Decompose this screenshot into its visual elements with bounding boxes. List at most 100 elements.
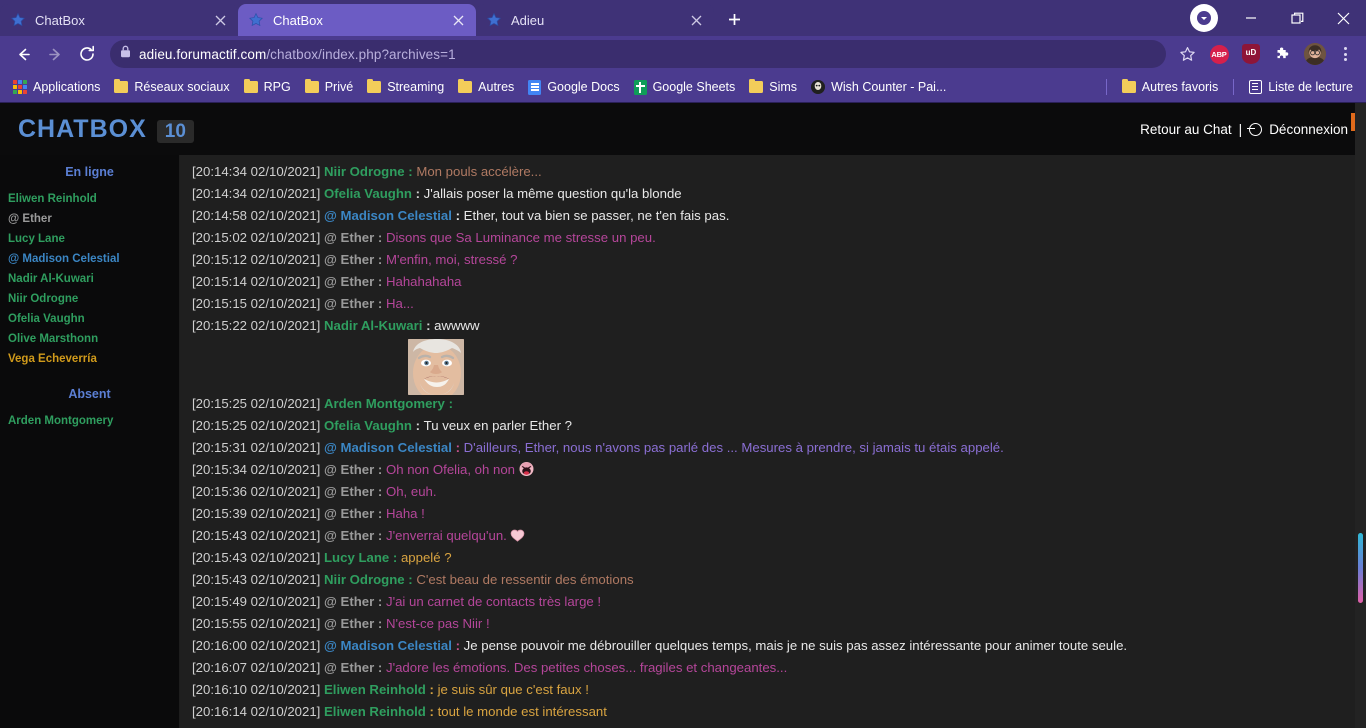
message-author[interactable]: @ Ether [324,484,378,499]
message-timestamp: [20:15:43 02/10/2021] [192,550,324,565]
sidebar-away-user[interactable]: Arden Montgomery [0,411,179,431]
message-image-avatar[interactable] [408,339,464,395]
bookmark-streaming[interactable]: Streaming [360,78,451,97]
bookmark-label: Privé [324,79,354,94]
sidebar-online-user[interactable]: @ Ether [0,209,179,229]
browser-menu-button[interactable] [1332,40,1358,68]
message-timestamp: [20:15:39 02/10/2021] [192,506,324,521]
address-bar[interactable]: adieu.forumactif.com/chatbox/index.php?a… [110,40,1166,68]
bookmark-google-sheets[interactable]: Google Sheets [627,77,743,98]
reading-list-icon [1249,80,1263,94]
sidebar-online-user[interactable]: Vega Echeverría [0,349,179,369]
message-text: awwww [434,318,480,333]
chat-message: [20:16:00 02/10/2021] @ Madison Celestia… [186,635,1366,657]
close-icon[interactable] [212,12,228,28]
bookmark-google-docs[interactable]: Google Docs [521,77,626,98]
chatbox-header: CHATBOX 10 Retour au Chat | Déconnexion [0,103,1366,155]
message-author[interactable]: Niir Odrogne [324,572,408,587]
message-author[interactable]: @ Ether [324,594,378,609]
back-to-chat-link[interactable]: Retour au Chat [1140,122,1232,137]
message-author[interactable]: @ Ether [324,252,378,267]
bookmark-prive[interactable]: Privé [298,78,360,97]
chat-message: [20:15:31 02/10/2021] @ Madison Celestia… [186,437,1366,459]
message-author[interactable]: @ Ether [324,462,378,477]
reading-list-button[interactable]: Liste de lecture [1242,77,1360,97]
message-text: Oh, euh. [385,484,437,499]
sidebar-online-user[interactable]: Nadir Al-Kuwari [0,269,179,289]
bookmark-label: Autres [478,79,515,94]
bookmark-star-icon[interactable] [1174,41,1200,67]
sidebar-online-user[interactable]: Ofelia Vaughn [0,309,179,329]
bookmark-rpg[interactable]: RPG [237,78,298,97]
message-author[interactable]: Ofelia Vaughn [324,418,416,433]
message-author[interactable]: @ Ether [324,230,378,245]
ublock-icon[interactable]: uD [1237,40,1265,68]
adblock-plus-icon[interactable]: ABP [1205,40,1233,68]
forward-button[interactable] [40,39,70,69]
maximize-button[interactable] [1274,0,1320,36]
bookmark-label: Google Docs [547,79,620,94]
folder-icon [458,78,473,93]
message-colon: : [377,252,386,267]
message-author[interactable]: @ Madison Celestial [324,638,456,653]
message-author[interactable]: Nadir Al-Kuwari [324,318,426,333]
sidebar-online-user[interactable]: Lucy Lane [0,229,179,249]
close-window-button[interactable] [1320,0,1366,36]
close-icon[interactable] [688,12,704,28]
sidebar-online-user[interactable]: @ Madison Celestial [0,249,179,269]
bookmark-applications[interactable]: Applications [6,77,107,97]
laughing-face-emoji [518,460,535,477]
plus-icon [728,13,740,25]
scrollbar-thumb[interactable] [1358,533,1363,603]
sidebar-online-user[interactable]: Olive Marsthonn [0,329,179,349]
message-author[interactable]: @ Madison Celestial [324,440,456,455]
close-icon[interactable] [450,12,466,28]
browser-tab-2[interactable]: Adieu [476,4,714,36]
minimize-button[interactable] [1228,0,1274,36]
sidebar-online-user[interactable]: Niir Odrogne [0,289,179,309]
chat-message-log[interactable]: [20:14:34 02/10/2021] Niir Odrogne : Mon… [180,155,1366,728]
profile-chip[interactable] [1190,4,1218,32]
bookmark-reseaux-sociaux[interactable]: Réseaux sociaux [107,78,236,97]
message-author[interactable]: Arden Montgomery [324,396,449,411]
browser-tab-0[interactable]: ChatBox [0,4,238,36]
bookmark-autres-favoris[interactable]: Autres favoris [1115,78,1225,97]
bookmark-sims[interactable]: Sims [742,78,804,97]
message-author[interactable]: Eliwen Reinhold [324,704,430,719]
message-colon: : [377,462,386,477]
reload-button[interactable] [72,39,102,69]
back-button[interactable] [8,39,38,69]
message-author[interactable]: Niir Odrogne [324,164,408,179]
message-author[interactable]: @ Ether [324,296,378,311]
sidebar-online-user[interactable]: Eliwen Reinhold [0,189,179,209]
message-author[interactable]: @ Ether [324,506,378,521]
message-author[interactable]: Lucy Lane [324,550,393,565]
message-author[interactable]: @ Ether [324,616,378,631]
url-path: /chatbox/index.php?archives=1 [266,46,456,62]
message-author[interactable]: @ Ether [324,274,378,289]
bookmark-label: RPG [263,79,291,94]
dot [1343,58,1347,61]
new-tab-button[interactable] [720,5,748,33]
online-heading: En ligne [65,165,114,179]
extensions-puzzle-icon[interactable] [1269,40,1297,68]
logout-link[interactable]: Déconnexion [1269,122,1348,137]
bookmark-wish-counter[interactable]: Wish Counter - Pai... [804,77,953,97]
page-scrollbar[interactable] [1355,103,1366,728]
message-text: J'allais poser la même question qu'la bl… [423,186,682,201]
message-author[interactable]: Ofelia Vaughn [324,186,416,201]
bookmarks-bar-right: Autres favoris Liste de lecture [1098,77,1360,97]
chat-message: [20:15:22 02/10/2021] Nadir Al-Kuwari : … [186,315,1366,337]
message-timestamp: [20:15:25 02/10/2021] [192,396,324,411]
back-arrow-icon [18,48,30,60]
message-author[interactable]: Eliwen Reinhold [324,682,430,697]
browser-tab-1[interactable]: ChatBox [238,4,476,36]
message-text: J'ai un carnet de contacts très large ! [385,594,602,609]
message-author[interactable]: @ Madison Celestial [324,208,456,223]
bookmark-label: Autres favoris [1141,79,1219,94]
bookmark-autres[interactable]: Autres [451,78,521,97]
message-author[interactable]: @ Ether [324,660,378,675]
message-author[interactable]: @ Ether [324,528,378,543]
profile-avatar[interactable] [1301,40,1329,68]
divider [1105,79,1107,95]
